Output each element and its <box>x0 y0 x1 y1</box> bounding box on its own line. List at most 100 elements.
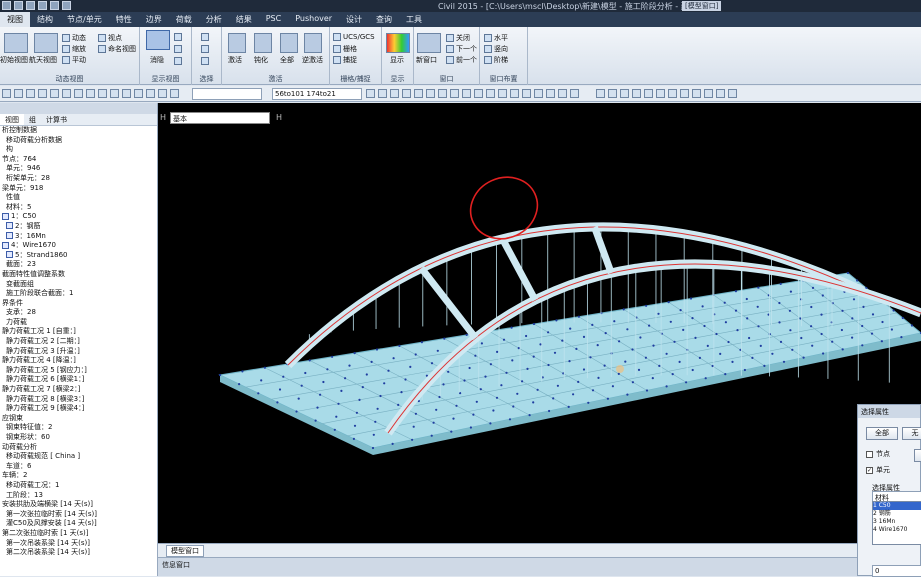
tree-item[interactable]: 变截面组 <box>0 280 157 290</box>
tree-item[interactable]: 静力荷载工况 6 [横梁1：] <box>0 375 157 385</box>
toolbar-tool-icon[interactable] <box>692 89 701 98</box>
toolbar-tool-icon[interactable] <box>86 89 95 98</box>
new-file-icon[interactable] <box>2 1 11 10</box>
activate-icon[interactable] <box>228 33 246 53</box>
new-window-icon[interactable] <box>417 33 441 53</box>
viewpoint-button[interactable]: 视点 <box>98 33 122 43</box>
menu-boundary[interactable]: 边界 <box>139 12 169 27</box>
tile-horizontal-button[interactable]: 水平 <box>484 33 508 43</box>
toolbar-tool-icon[interactable] <box>498 89 507 98</box>
toolbar-tool-icon[interactable] <box>74 89 83 98</box>
tree-item[interactable]: 支承：28 <box>0 308 157 318</box>
toolbar-tool-icon[interactable] <box>534 89 543 98</box>
tree-item[interactable]: 截面特性值调整系数 <box>0 270 157 280</box>
toolbar-tool-icon[interactable] <box>704 89 713 98</box>
inverse-activate-label[interactable]: 逆激活 <box>302 55 323 65</box>
aerial-view-label[interactable]: 航天视图 <box>29 55 57 65</box>
select-pointer-icon[interactable] <box>201 33 209 41</box>
tree-item[interactable]: 析控制数据 <box>0 126 157 136</box>
toolbar-tool-icon[interactable] <box>522 89 531 98</box>
tree-item[interactable]: 5：Strand1860 <box>0 251 157 261</box>
grid-button[interactable]: 栅格 <box>333 44 357 54</box>
view-mode-select[interactable]: 基本 <box>170 112 270 124</box>
toolbar-tool-icon[interactable] <box>50 89 59 98</box>
snap-button[interactable]: 捕捉 <box>333 55 357 65</box>
toolbar-tool-icon[interactable] <box>668 89 677 98</box>
undo-icon[interactable] <box>50 1 59 10</box>
tree-item[interactable]: 2：钢筋 <box>0 222 157 232</box>
dialog-side-button[interactable] <box>914 449 921 462</box>
tree-item[interactable]: 静力荷载工况 7 [横梁2：] <box>0 385 157 395</box>
toolbar-tool-icon[interactable] <box>26 89 35 98</box>
initial-view-label[interactable]: 初始视图 <box>0 55 28 65</box>
menu-view[interactable]: 视图 <box>0 12 30 27</box>
toolbar-tool-icon[interactable] <box>608 89 617 98</box>
list-item[interactable]: 3 16Mn <box>873 518 921 526</box>
toolbar-tool-icon[interactable] <box>474 89 483 98</box>
node-check-box[interactable] <box>866 450 873 458</box>
hide-label[interactable]: 消隐 <box>150 55 164 65</box>
element-checkbox[interactable]: ✓ 单元 <box>866 465 890 475</box>
tree-item[interactable]: 钢束特征值：2 <box>0 423 157 433</box>
prev-window-button[interactable]: 前一个 <box>446 55 477 65</box>
new-window-label[interactable]: 新窗口 <box>416 55 437 65</box>
toolbar-tool-icon[interactable] <box>14 89 23 98</box>
select-none-button[interactable]: 无 <box>902 427 921 440</box>
tree-item[interactable]: 静力荷载工况 4 [降温：] <box>0 356 157 366</box>
toolbar-tool-icon[interactable] <box>366 89 375 98</box>
toolbar-tool-icon[interactable] <box>98 89 107 98</box>
tree-item[interactable]: 第二次吊装系梁 [14 天(s)] <box>0 548 157 558</box>
menu-analysis[interactable]: 分析 <box>199 12 229 27</box>
list-item[interactable]: 4 Wire1670 <box>873 526 921 534</box>
tree-item[interactable]: 钢束形状：60 <box>0 433 157 443</box>
tree-item[interactable]: 车道：6 <box>0 462 157 472</box>
toolbar-tool-icon[interactable] <box>632 89 641 98</box>
toolbar-tool-icon[interactable] <box>390 89 399 98</box>
tile-vertical-button[interactable]: 竖向 <box>484 44 508 54</box>
next-window-button[interactable]: 下一个 <box>446 44 477 54</box>
model-viewport[interactable]: 基本 H H <box>158 103 921 543</box>
display-label[interactable]: 显示 <box>390 55 404 65</box>
tree-item[interactable]: 动荷载分析 <box>0 443 157 453</box>
toolbar-tool-icon[interactable] <box>110 89 119 98</box>
hide-view-icon[interactable] <box>146 30 170 50</box>
toolbar-tool-icon[interactable] <box>644 89 653 98</box>
toolbar-tool-icon[interactable] <box>122 89 131 98</box>
ucs-gcs-button[interactable]: UCS/GCS <box>333 33 375 41</box>
tree-item[interactable]: 施工阶段联合截面：1 <box>0 289 157 299</box>
tree-item[interactable]: 第一次张拉临时索 [14 天(s)] <box>0 510 157 520</box>
tree-item[interactable]: 静力荷载工况 1 [自重：] <box>0 327 157 337</box>
toolbar-tool-icon[interactable] <box>438 89 447 98</box>
tree-item[interactable]: 静力荷载工况 2 [二期：] <box>0 337 157 347</box>
toolbar-tool-icon[interactable] <box>680 89 689 98</box>
menu-node-element[interactable]: 节点/单元 <box>60 12 109 27</box>
bottom-input[interactable]: 0 <box>872 565 921 577</box>
toolbar-tool-icon[interactable] <box>558 89 567 98</box>
toolbar-combo[interactable] <box>192 88 262 100</box>
tree-item[interactable]: 移动荷载分析数据 <box>0 136 157 146</box>
toolbar-tool-icon[interactable] <box>62 89 71 98</box>
initial-view-icon[interactable] <box>4 33 28 53</box>
toolbar-tool-icon[interactable] <box>170 89 179 98</box>
display-icon[interactable] <box>386 33 410 53</box>
bridge-model-view[interactable] <box>158 103 921 543</box>
toolbar-tool-icon[interactable] <box>462 89 471 98</box>
tree-item[interactable]: 移动荷载规范 [ China ] <box>0 452 157 462</box>
menu-design[interactable]: 设计 <box>339 12 369 27</box>
menu-psc[interactable]: PSC <box>259 12 289 27</box>
tree-item[interactable]: 静力荷载工况 9 [横梁4：] <box>0 404 157 414</box>
menu-results[interactable]: 结果 <box>229 12 259 27</box>
tree-item[interactable]: 桁架单元：28 <box>0 174 157 184</box>
toolbar-tool-icon[interactable] <box>146 89 155 98</box>
tab-model-window[interactable]: 模型窗口 <box>166 545 204 557</box>
menu-query[interactable]: 查询 <box>369 12 399 27</box>
select-window-icon[interactable] <box>201 45 209 53</box>
menu-load[interactable]: 荷载 <box>169 12 199 27</box>
toolbar-tool-icon[interactable] <box>716 89 725 98</box>
cascade-button[interactable]: 阶梯 <box>484 55 508 65</box>
toolbar-tool-icon[interactable] <box>728 89 737 98</box>
toolbar-tool-icon[interactable] <box>596 89 605 98</box>
toolbar-tool-icon[interactable] <box>2 89 11 98</box>
tree-item[interactable]: 构 <box>0 145 157 155</box>
node-checkbox[interactable]: 节点 <box>866 449 890 459</box>
